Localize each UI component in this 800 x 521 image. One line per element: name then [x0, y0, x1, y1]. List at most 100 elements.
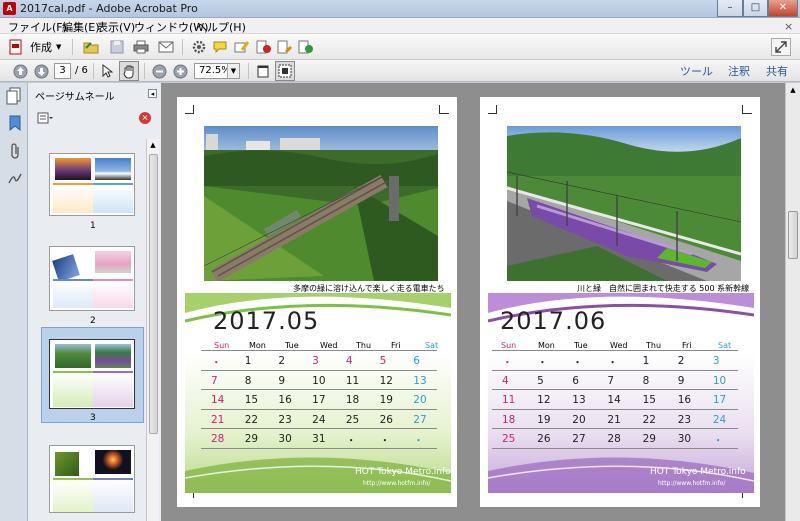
hand-tool-button[interactable]: [119, 61, 139, 81]
calendar-day: 17: [312, 394, 326, 406]
calendar-day: 7: [607, 374, 615, 387]
calendar-empty-day: ・: [379, 435, 391, 447]
calendar-day: 11: [502, 394, 516, 406]
thumbnail-page-3[interactable]: [49, 339, 135, 409]
scroll-up-button[interactable]: ▲: [786, 83, 800, 97]
calendar-day: 29: [642, 433, 656, 445]
next-page-button[interactable]: [32, 62, 50, 80]
weekday-mon: Mon: [538, 341, 555, 350]
secure-button[interactable]: [255, 38, 273, 56]
comment-pane-button[interactable]: 注釈: [728, 63, 750, 79]
minimize-button[interactable]: –: [717, 0, 743, 17]
thumbnail-page-2[interactable]: [49, 246, 135, 311]
open-button[interactable]: [82, 38, 100, 56]
envelope-icon: [158, 41, 174, 53]
attachment-paperclip-icon[interactable]: [9, 143, 21, 159]
thumbnail-scrollbar[interactable]: ▲: [146, 139, 159, 521]
zoom-in-button[interactable]: [171, 62, 189, 80]
window-title: 2017cal.pdf - Adobe Acrobat Pro: [20, 2, 198, 15]
zoom-out-button[interactable]: [150, 62, 168, 80]
menu-help[interactable]: ヘルプ(H): [196, 19, 246, 35]
email-button[interactable]: [156, 38, 176, 56]
menu-view[interactable]: 表示(V): [97, 19, 135, 35]
chevron-down-icon: ▼: [227, 64, 239, 78]
delete-page-icon[interactable]: ×: [139, 112, 151, 124]
thumbnail-label-2: 2: [90, 316, 96, 326]
thumbnail-page-4[interactable]: [49, 445, 135, 513]
calendar-day: 20: [572, 413, 586, 426]
page-number-input[interactable]: 3: [54, 63, 71, 79]
fit-width-icon: [278, 64, 292, 78]
close-button[interactable]: ✕: [768, 0, 798, 17]
calendar-day: 29: [244, 433, 259, 445]
settings-button[interactable]: [190, 38, 208, 56]
maximize-button[interactable]: □: [743, 0, 768, 17]
zoom-select[interactable]: 72.5% ▼: [194, 63, 240, 79]
highlighter-pen-icon: [234, 41, 250, 53]
calendar-day: 20: [413, 394, 427, 406]
calendar-week-row: 14 15 16 17 18 19 20: [201, 390, 437, 410]
calendar-day: 23: [278, 413, 292, 426]
comment-button[interactable]: [211, 38, 229, 56]
calendar-day: 1: [244, 355, 252, 367]
scroll-up-button[interactable]: ▲: [147, 139, 159, 152]
thumbnails-header: ページサムネール ◂: [29, 83, 160, 105]
expand-button[interactable]: [771, 38, 791, 56]
highlight-button[interactable]: [233, 38, 251, 56]
document-viewer[interactable]: 多摩の緑に溶け込んで楽しく走る電車たち 2017.05 Sun Mon Tue …: [161, 83, 785, 521]
full-screen-button[interactable]: [275, 61, 295, 81]
weekday-tue: Tue: [574, 341, 588, 350]
share-button[interactable]: 共有: [766, 63, 788, 79]
calendar-day: 26: [537, 433, 551, 445]
create-button[interactable]: 作成 ▼: [8, 38, 62, 56]
menu-file[interactable]: ファイル(F): [8, 19, 67, 35]
document-check-icon: [298, 40, 313, 54]
calendar-day: 16: [278, 394, 292, 406]
document-scrollbar[interactable]: ▲: [785, 83, 800, 521]
scroll-thumb[interactable]: [149, 154, 158, 434]
calendar-day: 10: [312, 374, 326, 387]
title-bar: A 2017cal.pdf - Adobe Acrobat Pro – □ ✕: [0, 0, 800, 18]
review-button[interactable]: [297, 38, 315, 56]
weekday-wed: Wed: [610, 341, 628, 350]
calendar-day: 15: [244, 394, 259, 406]
calendar-empty-day: ・: [712, 435, 724, 447]
plus-circle-icon: [173, 64, 187, 78]
calendar-day: 27: [413, 413, 427, 426]
calendar-day: 30: [278, 433, 292, 445]
prev-page-button[interactable]: [11, 62, 29, 80]
bookmark-icon[interactable]: [9, 115, 21, 132]
calendar-day: 18: [502, 413, 516, 426]
signature-icon[interactable]: [8, 171, 22, 185]
scroll-thumb[interactable]: [788, 211, 798, 259]
weekday-row: Sun Mon Tue Wed Thu Fri Sat: [201, 341, 438, 351]
calendar-empty-day: ・: [345, 435, 357, 447]
weekday-fri: Fri: [391, 341, 401, 350]
page-thumbnails-icon[interactable]: [6, 87, 22, 105]
tools-button[interactable]: ツール: [680, 63, 713, 79]
collapse-pane-icon[interactable]: ◂: [148, 89, 157, 98]
menu-edit[interactable]: 編集(E): [62, 19, 100, 35]
footer-brand: HOT Tokyo Metro.info: [650, 467, 746, 477]
calendar-day: 7: [211, 374, 218, 387]
calendar-day: 9: [677, 374, 685, 387]
calendar-day: 1: [642, 355, 650, 367]
calendar-day: 5: [379, 355, 387, 367]
print-button[interactable]: [131, 38, 151, 56]
document-sign-icon: [277, 40, 293, 54]
sign-button[interactable]: [276, 38, 294, 56]
select-tool-button[interactable]: [98, 62, 116, 80]
weekday-sat: Sat: [718, 341, 732, 350]
menu-close-doc-icon[interactable]: ×: [784, 20, 793, 33]
fit-page-button[interactable]: [254, 62, 272, 80]
calendar-day: 14: [211, 394, 225, 406]
calendar-day: 30: [677, 433, 692, 445]
calendar-day: 25: [502, 433, 516, 445]
calendar-day: 8: [244, 374, 252, 387]
save-button[interactable]: [108, 38, 126, 56]
thumbnail-page-1[interactable]: [49, 153, 135, 216]
thumbnail-options-button[interactable]: [37, 112, 53, 124]
calendar-day: 19: [379, 394, 393, 406]
document-lock-icon: [256, 40, 271, 54]
calendar-day: 3: [712, 355, 720, 367]
